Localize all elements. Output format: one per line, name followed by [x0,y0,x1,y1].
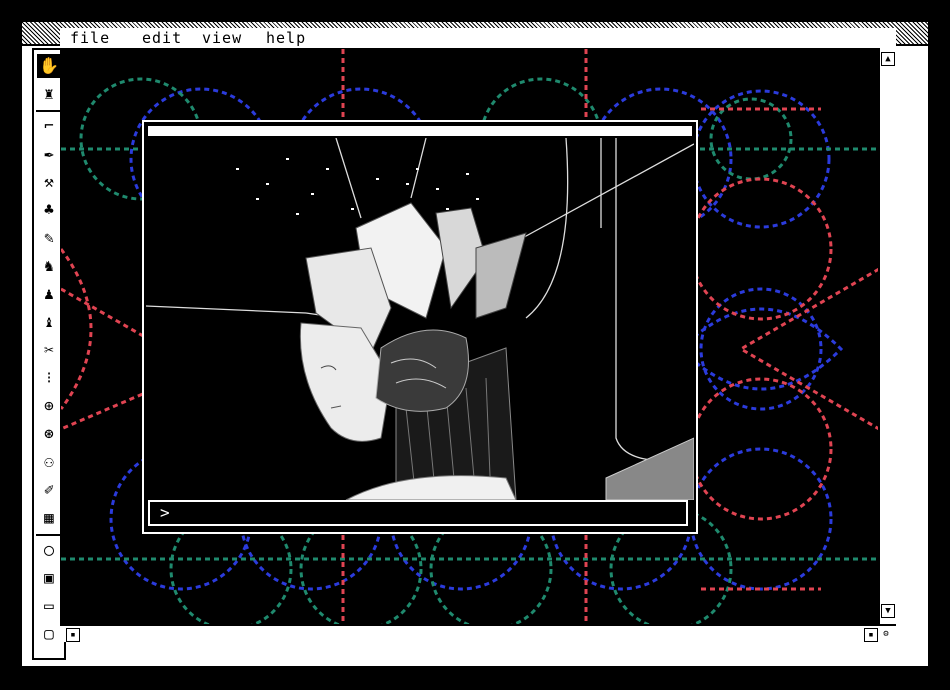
scroll-left-icon[interactable]: ▪ [66,628,80,642]
tag-icon[interactable]: ▭ [37,594,61,618]
palette-divider [36,110,62,112]
menu-view[interactable]: view [202,29,242,47]
scroll-right-icon[interactable]: ▪ [864,628,878,642]
dialog-title-bar[interactable] [148,126,692,136]
pattern-icon[interactable]: ▦ [37,506,61,530]
target-icon[interactable]: ⊕ [37,394,61,418]
menu-edit[interactable]: edit [142,29,182,47]
selection-icon[interactable]: ⌐ [37,114,61,138]
figure-icon[interactable]: ♟ [37,282,61,306]
menu-bar: file edit view help [60,28,896,47]
hand-tool-icon[interactable]: ✋ [37,54,61,78]
android-portrait-image [146,138,694,500]
horizontal-scrollbar[interactable]: ▪ ▪ ⚙ [60,624,896,642]
bucket-icon[interactable]: ♞ [37,254,61,278]
menu-help[interactable]: help [266,29,306,47]
pointer-icon[interactable]: ♜ [37,82,61,106]
vertical-scrollbar[interactable]: ▲ ▼ [878,48,895,624]
scroll-down-icon[interactable]: ▼ [881,604,895,618]
brush-icon[interactable]: ⚒ [37,170,61,194]
pen-icon[interactable]: ✐ [37,478,61,502]
lasso-icon[interactable]: ✒ [37,142,61,166]
circle-tool-icon[interactable]: ⊛ [37,422,61,446]
palette-divider [36,534,62,536]
eraser-icon[interactable]: ♝ [37,310,61,334]
command-prompt[interactable]: > [148,500,688,526]
image-dialog: > [142,120,698,534]
menu-file[interactable]: file [70,29,110,47]
spray-icon[interactable]: ♣ [37,198,61,222]
pencil-icon[interactable]: ✎ [37,226,61,250]
resize-handle-icon[interactable]: ⚙ [880,628,892,640]
knife-icon[interactable]: ✂ [37,338,61,362]
prompt-text: > [160,503,170,522]
grid-icon[interactable]: ⁝ [37,366,61,390]
monitor-icon[interactable]: ▢ [37,622,61,646]
book-icon[interactable]: ▣ [37,566,61,590]
crowd-icon[interactable]: ⚇ [37,450,61,474]
scroll-up-icon[interactable]: ▲ [881,52,895,66]
oval-icon[interactable]: ◯ [37,538,61,562]
